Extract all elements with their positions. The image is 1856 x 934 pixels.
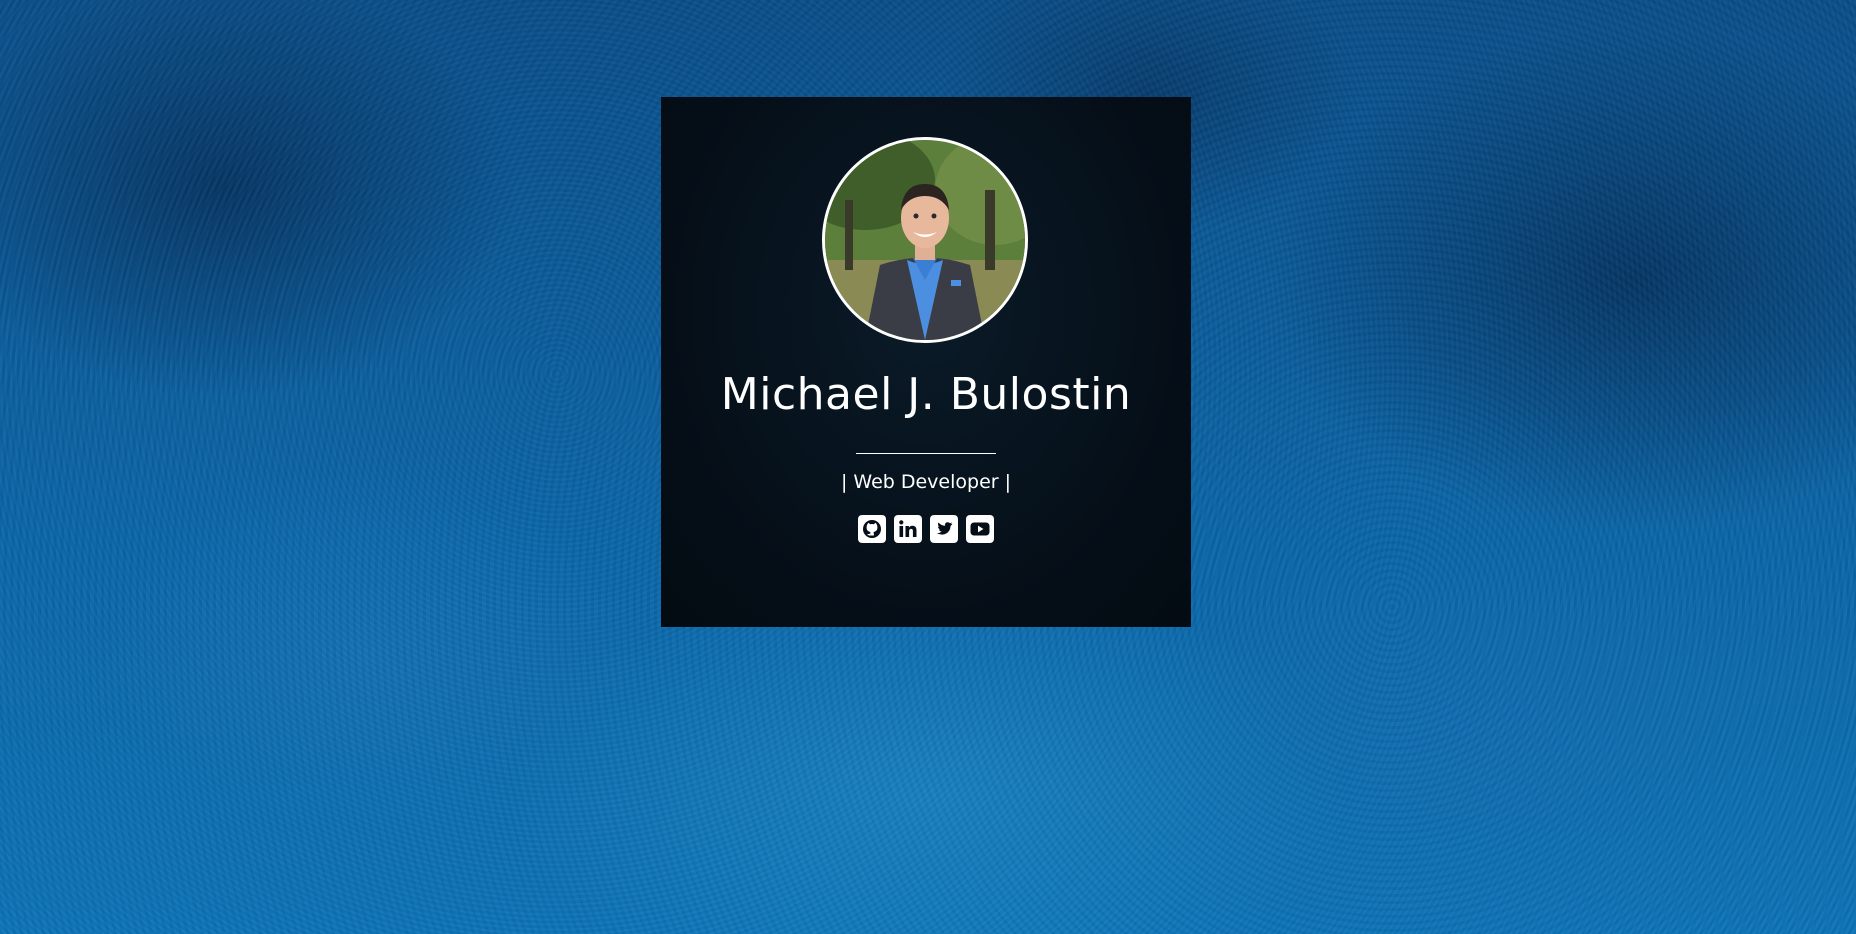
- social-links: [661, 515, 1191, 543]
- profile-card: Michael J. Bulostin | Web Developer |: [661, 97, 1191, 627]
- twitter-link[interactable]: [930, 515, 958, 543]
- linkedin-icon: [894, 515, 922, 543]
- profile-photo: [825, 140, 1025, 340]
- youtube-icon: [966, 515, 994, 543]
- github-icon: [858, 515, 886, 543]
- youtube-link[interactable]: [966, 515, 994, 543]
- avatar: [822, 137, 1028, 343]
- twitter-icon: [930, 515, 958, 543]
- profile-name: Michael J. Bulostin: [720, 369, 1132, 420]
- linkedin-link[interactable]: [894, 515, 922, 543]
- name-divider: [856, 453, 996, 454]
- profile-role: | Web Developer |: [840, 471, 1012, 493]
- github-link[interactable]: [858, 515, 886, 543]
